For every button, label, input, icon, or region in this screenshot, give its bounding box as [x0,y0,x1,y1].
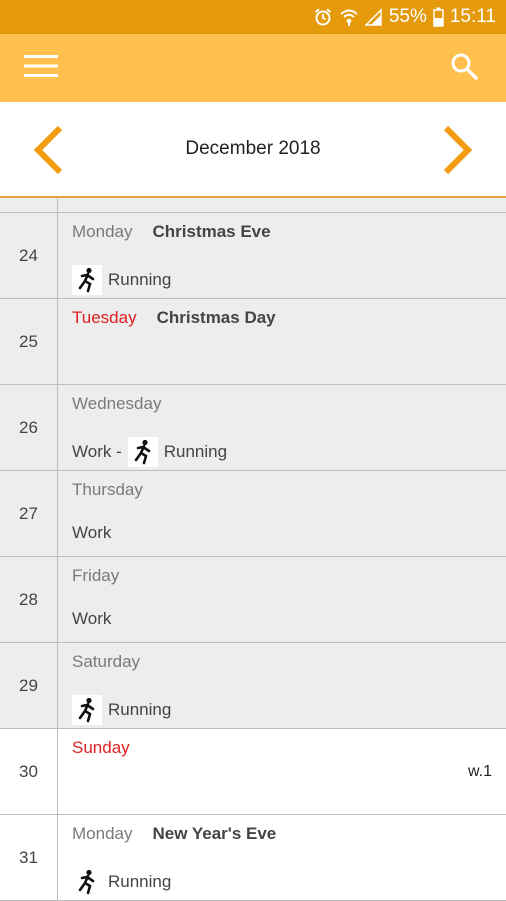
work-label: Work [72,523,112,542]
day-number: 24 [0,213,58,298]
day-events: Running [72,265,171,295]
day-row[interactable]: 27 Thursday Work [0,471,506,557]
work-label: Work - [72,442,122,461]
app-bar [0,34,506,102]
day-name: Wednesday [72,394,162,413]
day-row[interactable]: 28 Friday Work [0,557,506,643]
day-name: Tuesday [72,308,137,327]
day-number: 28 [0,557,58,642]
hamburger-icon [24,54,58,83]
day-number: 27 [0,471,58,556]
day-name: Thursday [72,480,143,499]
month-navigator: December 2018 [0,102,506,198]
day-name: Monday [72,824,133,843]
running-person-icon [72,695,102,725]
activity-label: Running [108,872,172,891]
activity-label: Running [108,270,172,289]
activity-label: Running [108,700,172,719]
holiday-label: Christmas Eve [152,222,271,241]
day-events: Work [72,523,111,543]
alarm-icon [313,7,333,27]
day-number: 29 [0,643,58,728]
month-title: December 2018 [185,138,321,159]
day-events: Running [72,867,171,897]
signal-icon [364,7,383,27]
battery-icon [433,7,444,27]
day-row[interactable]: 24 Monday Christmas Eve Running [0,213,506,299]
running-person-icon [72,867,102,897]
search-button[interactable] [444,50,484,86]
day-list[interactable]: 24 Monday Christmas Eve Running 25 Tuesd… [0,198,506,901]
day-number: 25 [0,299,58,384]
running-person-icon [72,265,102,295]
day-number: 31 [0,815,58,900]
day-events: Running [72,695,171,725]
day-row[interactable]: 30 Sunday w.1 [0,729,506,815]
day-row[interactable]: 31 Monday New Year's Eve Running [0,815,506,901]
running-person-icon [127,437,158,467]
battery-percent: 55% [388,6,427,27]
day-row[interactable]: 29 Saturday Running [0,643,506,729]
menu-button[interactable] [22,52,60,84]
status-icons: 55% 15:11 [313,0,496,34]
day-number: 26 [0,385,58,470]
day-name: Friday [72,566,120,585]
holiday-label: New Year's Eve [152,824,277,843]
day-row[interactable]: 26 Wednesday Work - Running [0,385,506,471]
wifi-icon [339,7,359,27]
day-name: Saturday [72,652,141,671]
holiday-label: Christmas Day [156,308,276,327]
chevron-right-icon [436,125,480,182]
day-row[interactable]: 25 Tuesday Christmas Day [0,299,506,385]
day-number: 30 [0,729,58,814]
day-name: Monday [72,222,133,241]
search-icon [450,52,478,85]
day-events: Work [72,609,111,629]
clock: 15:11 [449,6,496,27]
work-label: Work [72,609,112,628]
chevron-left-icon [26,125,70,182]
next-month-button[interactable] [436,122,480,178]
status-bar: 55% 15:11 [0,0,506,34]
activity-label: Running [163,442,228,461]
week-number: w.1 [467,763,492,780]
day-events: Work - Running [72,437,227,467]
list-spacer [0,198,506,213]
day-name: Sunday [72,738,130,757]
